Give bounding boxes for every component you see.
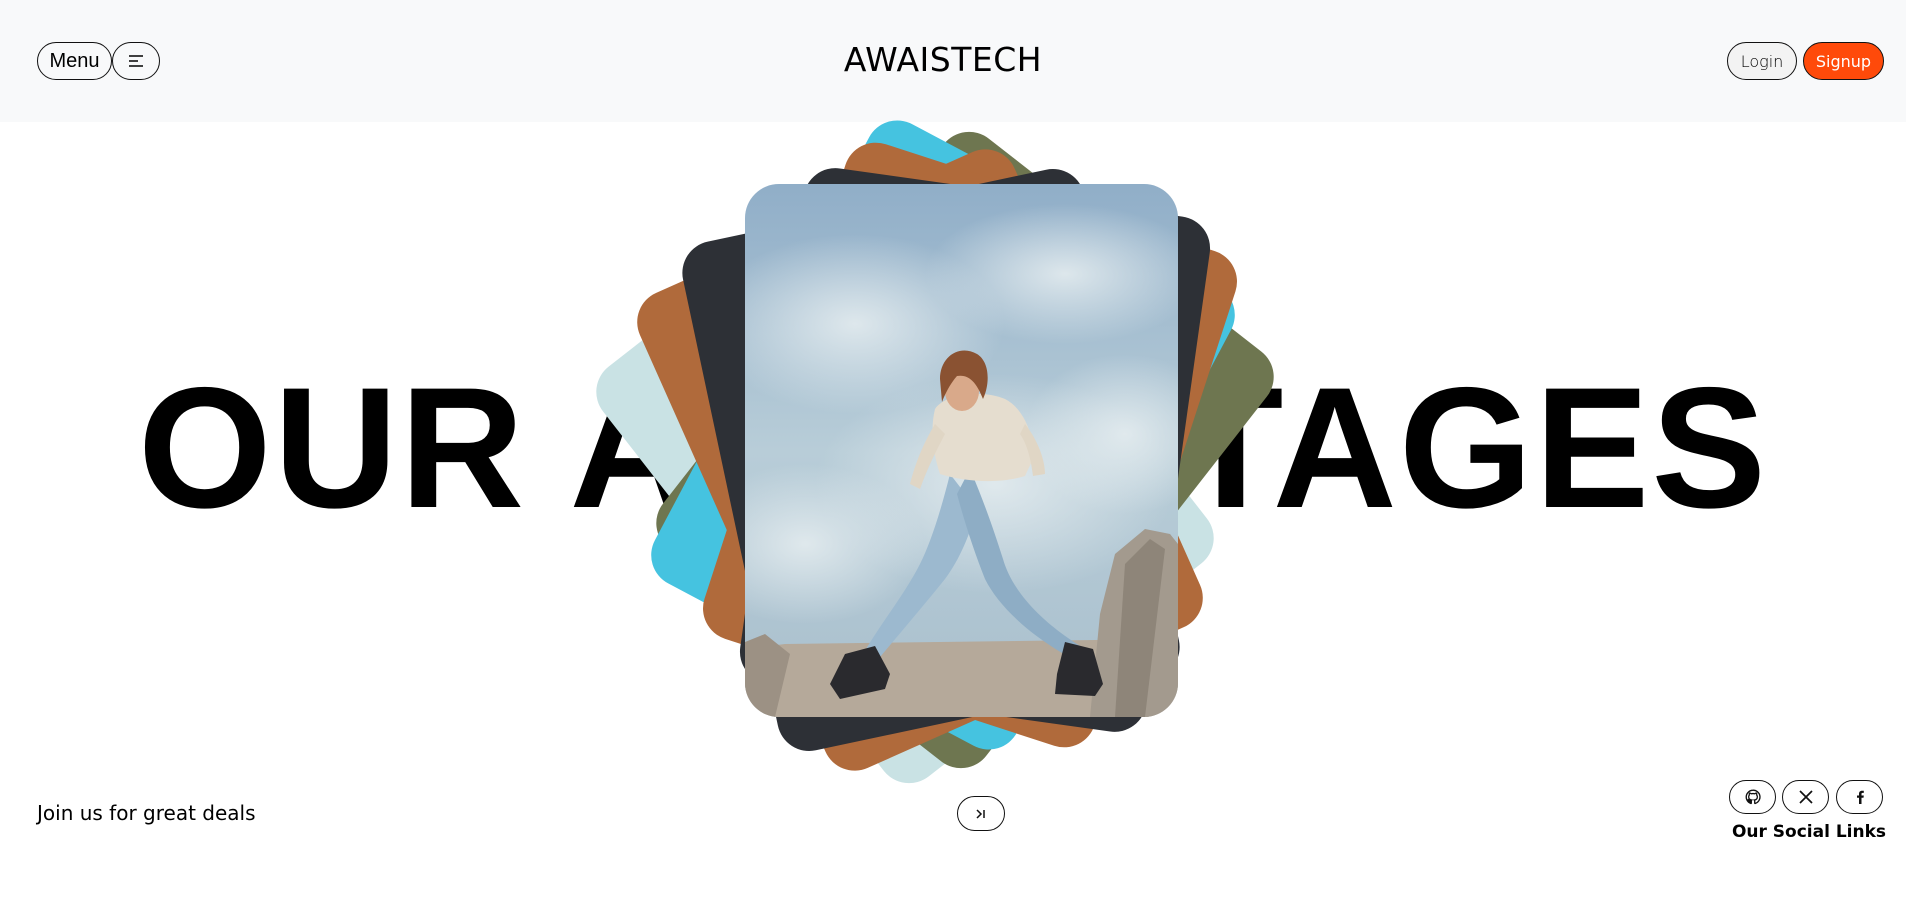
- image-card-stack[interactable]: [0, 0, 1906, 899]
- featured-photo-card[interactable]: [745, 184, 1178, 717]
- woman-on-wall-photo: [745, 184, 1178, 717]
